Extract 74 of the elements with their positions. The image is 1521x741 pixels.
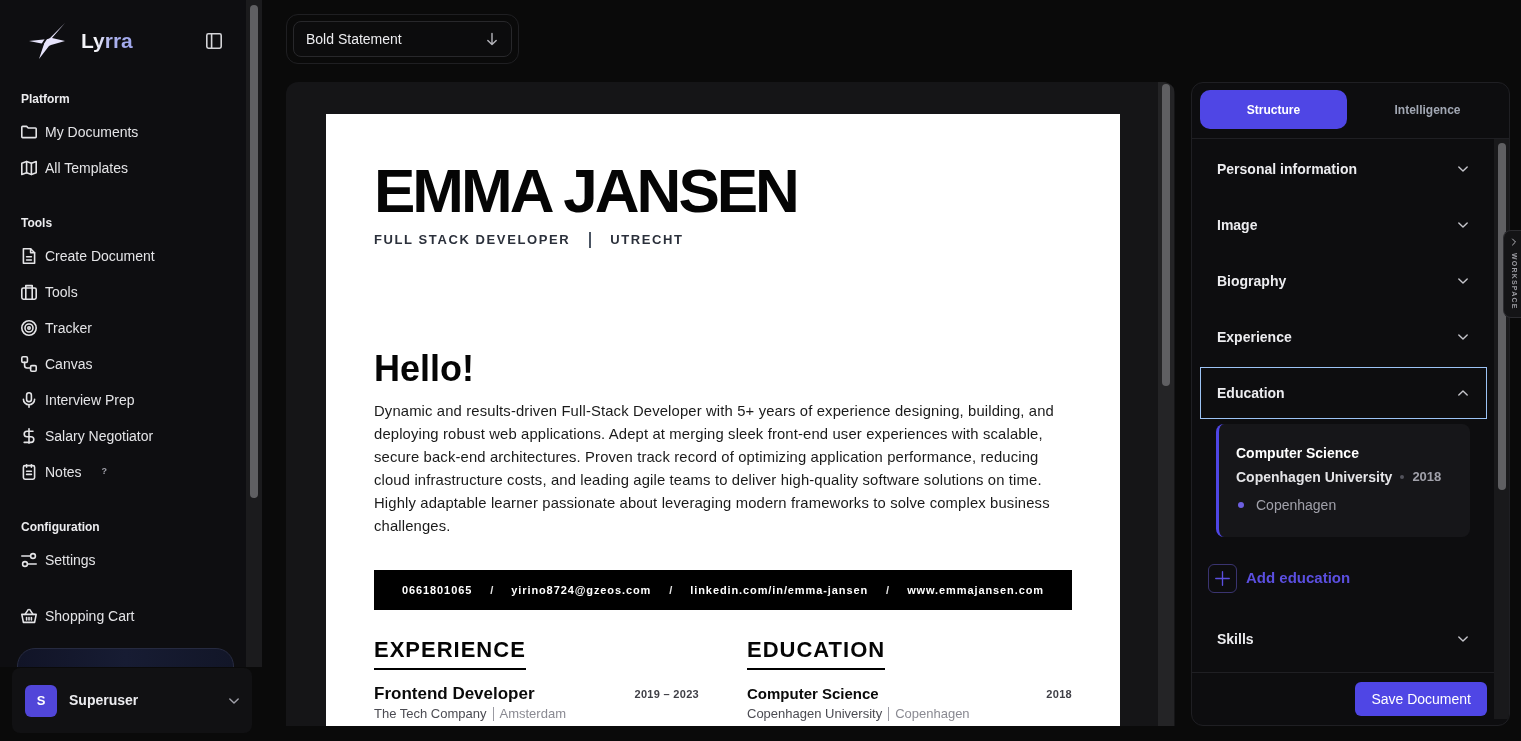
nav-link[interactable]: Tools [21,274,230,310]
accordion-header[interactable]: Experience [1200,311,1487,363]
section-heading: Tools [21,215,54,232]
contact-text: yirino8724@gzeos.com [511,582,652,598]
user-name: Superuser [69,691,140,710]
degree-title: Computer Science [747,683,879,704]
nav-link[interactable]: Salary Negotiator [21,418,230,454]
section-title: EDUCATION [747,637,886,670]
sidebar-toggle-button[interactable] [206,33,222,49]
education-card[interactable]: Computer Science Copenhagen University 2018 Copenhagen [1216,424,1470,537]
template-select[interactable]: Bold Statement [293,21,512,57]
folder-icon [21,124,37,140]
help-mark: ? [101,465,108,479]
nav-link[interactable]: Canvas [21,346,230,382]
contact-separator: / [669,582,673,598]
basket-icon [21,608,37,624]
notepad-icon [21,464,37,480]
job-location: Amsterdam [499,705,566,724]
job-title: Frontend Developer [374,683,535,706]
contact-separator: / [490,582,494,598]
section-title: EXPERIENCE [374,637,526,670]
resume-headline: UTRECHT [610,231,684,249]
scrollbar-thumb[interactable] [250,5,258,498]
accordion-header[interactable]: Skills [1200,613,1487,665]
resume-headline: FULL STACK DEVELOPER [374,231,571,249]
contact-text: www.emmajansen.com [907,582,1044,598]
school-city: Copenhagen [895,705,970,724]
school-city: Copenhagen [1256,496,1337,515]
accordion-header[interactable]: Personal information [1200,143,1487,195]
scrollbar-thumb[interactable] [1162,84,1170,386]
document-icon [21,248,37,264]
resume-name: EMMA JANSEN [374,160,798,222]
education-year: 2018 [1046,686,1072,702]
nav-link[interactable]: Settings [21,542,230,578]
nav-link[interactable]: All Templates [21,150,230,186]
nodes-icon [21,356,37,372]
save-document-button[interactable]: Save Document [1355,682,1487,716]
company-name: The Tech Company [374,705,487,724]
user-menu[interactable]: S Superuser [12,668,252,733]
degree-title: Computer Science [1236,444,1360,463]
briefcase-icon [21,284,37,300]
plus-icon [1208,564,1237,593]
sliders-icon [21,552,37,568]
panel-tab[interactable]: Intelligence [1354,90,1501,129]
map-icon [21,160,37,176]
nav-link[interactable]: Notes ? [21,454,230,490]
nav-link[interactable]: Interview Prep [21,382,230,418]
accordion-header[interactable]: Education [1200,367,1487,419]
contact-separator: / [886,582,890,598]
resume-greeting: Hello! [374,347,475,390]
panel-tab[interactable]: Structure [1200,90,1347,129]
school-name: Copenhagen University [1236,468,1393,487]
user-avatar: S [25,684,57,717]
accordion-header[interactable]: Image [1200,199,1487,251]
education-year: 2018 [1412,468,1442,486]
section-heading: Configuration [21,519,101,536]
nav-link[interactable]: My Documents [21,114,230,150]
nav-link[interactable]: Shopping Cart [21,598,230,634]
panel-icon [206,33,222,49]
resume-summary: Dynamic and results-driven Full-Stack Developer with 5+ years of experience designing, building, and deploying robust web applications. Adept at merging sleek front-end user experiences with scalable, secure back-end architectures. Proven track record of optimizing application performance, reducing cloud infrastructure costs, and leading agile teams to deliver high-quality software solutions on time. Highly adaptable learner passionate about leveraging modern frameworks to solve complex business challenges. [374,402,1055,536]
contact-text: 0661801065 [402,582,473,598]
target-icon [21,320,37,336]
nav-link[interactable]: Create Document [21,238,230,274]
accordion-header[interactable]: Biography [1200,255,1487,307]
scrollbar-thumb[interactable] [1497,143,1506,490]
microphone-icon [21,392,37,408]
arrow-down-icon [485,32,499,46]
location-dot-icon [1238,502,1244,508]
nav-link[interactable]: Tracker [21,310,230,346]
school-name: Copenhagen University [747,705,883,724]
contact-text: linkedin.com/in/emma-jansen [690,582,869,598]
job-period: 2019 – 2023 [634,686,699,702]
section-heading: Platform [21,91,71,108]
dollar-icon [21,428,37,444]
